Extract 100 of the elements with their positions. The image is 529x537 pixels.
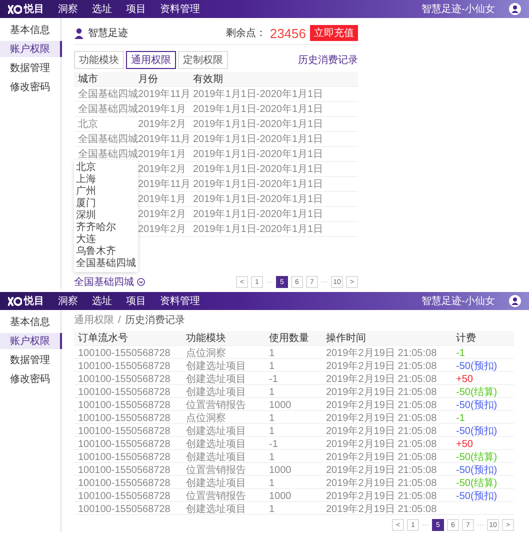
dropdown-option[interactable]: 全国基础四城	[74, 258, 138, 270]
fee-value: -50(结算)	[456, 476, 498, 490]
logo-icon	[8, 296, 22, 306]
table-cell-text: 点位洞察	[186, 412, 227, 425]
fee-value: +50	[456, 438, 474, 450]
table-cell-text: 2019年2月19日 21:05:08	[326, 425, 438, 438]
table-cell-text: 1	[269, 426, 276, 436]
fee-value: -50(预扣)	[456, 464, 498, 477]
table-cell-text: 2019年1月1日-2020年1月1日	[193, 193, 324, 206]
nav-link[interactable]: 洞察	[58, 2, 78, 16]
table-cell-text: 100100-1550568728	[78, 426, 172, 436]
sidebar-item[interactable]: 基本信息	[0, 314, 62, 330]
avatar-icon[interactable]	[509, 295, 521, 307]
fee-value: -50(结算)	[456, 386, 498, 399]
points-value: 23456	[270, 26, 306, 40]
dropdown-option[interactable]: 齐齐哈尔	[74, 222, 138, 234]
table-cell-text: 2019年11月	[138, 178, 192, 191]
sidebar-item[interactable]: 数据管理	[0, 60, 62, 76]
table-cell-text: 位置营销报告	[186, 398, 247, 412]
avatar-icon[interactable]	[509, 3, 521, 15]
table-cell-text: 点位洞察	[186, 346, 227, 360]
table-cell-text: 1	[269, 348, 276, 358]
table-cell-text: 2019年2月	[138, 163, 187, 176]
city-select[interactable]: 全国基础四城	[74, 275, 145, 289]
breadcrumb-item[interactable]: 通用权限	[74, 313, 114, 327]
table-cell-text: 2019年11月	[138, 88, 192, 101]
table-cell-text: 2019年1月1日-2020年1月1日	[193, 208, 324, 221]
column-header: 月份	[138, 73, 159, 86]
column-header: 使用数量	[269, 332, 310, 345]
table-cell-text: 2019年2月19日 21:05:08	[326, 399, 438, 412]
table-cell-text: 2019年1月1日-2020年1月1日	[193, 148, 324, 161]
dropdown-option[interactable]: 上海	[74, 174, 138, 186]
table-cell-text: 全国基础四城	[78, 88, 138, 101]
fee-value: -50(结算)	[456, 450, 498, 464]
nav-link[interactable]: 洞察	[58, 294, 78, 308]
table-cell-text: 2019年2月19日 21:05:08	[326, 451, 438, 464]
column-header: 城市	[78, 72, 99, 86]
tab[interactable]: 功能模块	[74, 51, 124, 69]
dropdown-option[interactable]: 北京	[74, 162, 138, 174]
table-cell-text: 2019年1月1日-2020年1月1日	[193, 88, 324, 101]
nav-link[interactable]: 项目	[126, 294, 146, 308]
table-cell-text: 2019年1月	[138, 103, 187, 116]
fee-value: -1	[456, 348, 466, 358]
nav-link[interactable]: 资料管理	[160, 2, 200, 16]
table-cell-text: 1	[269, 360, 276, 372]
sidebar-item[interactable]: 数据管理	[0, 352, 62, 368]
fee-value: -50(预扣)	[456, 424, 498, 438]
table-cell-text: -1	[269, 438, 279, 450]
column-header: 订单流水号	[78, 332, 129, 345]
dropdown-option[interactable]: 大连	[74, 234, 138, 246]
user-name: 智慧足迹-小仙女	[422, 2, 495, 16]
table-cell-text: 2019年2月	[138, 223, 187, 236]
dropdown-option[interactable]: 厦门	[74, 198, 138, 210]
table-cell-text: -1	[269, 374, 279, 384]
sidebar-item[interactable]: 修改密码	[0, 79, 62, 95]
breadcrumb-item[interactable]: /	[118, 314, 121, 326]
tab[interactable]: 定制权限	[178, 51, 228, 69]
table-cell-text: 100100-1550568728	[78, 400, 172, 410]
dropdown-option[interactable]: 广州	[74, 186, 138, 198]
table-cell-text: 2019年2月19日 21:05:08	[326, 373, 438, 386]
table-cell-text: 100100-1550568728	[78, 478, 172, 488]
sidebar-item[interactable]: 修改密码	[0, 371, 62, 387]
logo-icon	[8, 4, 22, 14]
dropdown-option[interactable]: 乌鲁木齐	[74, 246, 138, 258]
table-cell-text: 2019年11月	[138, 133, 192, 146]
logo-text: 悦目	[24, 2, 44, 16]
table-cell-text: 2019年2月19日 21:05:08	[326, 360, 438, 373]
table-cell-text: 2019年2月19日 21:05:08	[326, 347, 438, 360]
logo-text: 悦目	[24, 294, 44, 308]
table-cell-text: 2019年2月19日 21:05:08	[326, 464, 438, 477]
table-cell-text: 100100-1550568728	[78, 348, 172, 358]
table-cell-text: 1	[269, 504, 276, 514]
dropdown-option[interactable]: 深圳	[74, 210, 138, 222]
table-cell-text: 创建选址项目	[186, 450, 247, 464]
recharge-button[interactable]: 立即充值	[310, 25, 358, 41]
table-cell-text: 100100-1550568728	[78, 374, 172, 384]
nav-link[interactable]: 项目	[126, 2, 146, 16]
table-cell-text: 100100-1550568728	[78, 412, 172, 424]
tab[interactable]: 通用权限	[126, 51, 176, 69]
table-cell-text: 创建选址项目	[186, 476, 247, 490]
table-cell-text: 北京	[78, 118, 99, 131]
chevron-down-icon	[137, 278, 145, 286]
nav-link[interactable]: 选址	[92, 294, 112, 308]
sidebar-item[interactable]: 账户权限	[0, 41, 62, 57]
table-cell-text: 100100-1550568728	[78, 504, 172, 514]
nav-link[interactable]: 资料管理	[160, 294, 200, 308]
table-cell-text: 创建选址项目	[186, 438, 247, 451]
account-name: 智慧足迹	[88, 26, 128, 40]
table-cell-text: 全国基础四城	[78, 102, 138, 116]
table-cell-text: 100100-1550568728	[78, 360, 172, 372]
history-link[interactable]: 历史消费记录	[298, 53, 358, 67]
sidebar-item[interactable]: 账户权限	[0, 333, 62, 349]
table-cell-text: 2019年2月19日 21:05:08	[326, 490, 438, 503]
table-cell-text: 创建选址项目	[186, 386, 247, 399]
nav-link[interactable]: 选址	[92, 2, 112, 16]
fee-value: +50	[456, 374, 474, 384]
sidebar-item[interactable]: 基本信息	[0, 22, 62, 38]
table-cell-text: 2019年1月1日-2020年1月1日	[193, 178, 324, 191]
column-header: 功能模块	[186, 332, 227, 345]
points-label: 剩余点：	[226, 26, 266, 40]
